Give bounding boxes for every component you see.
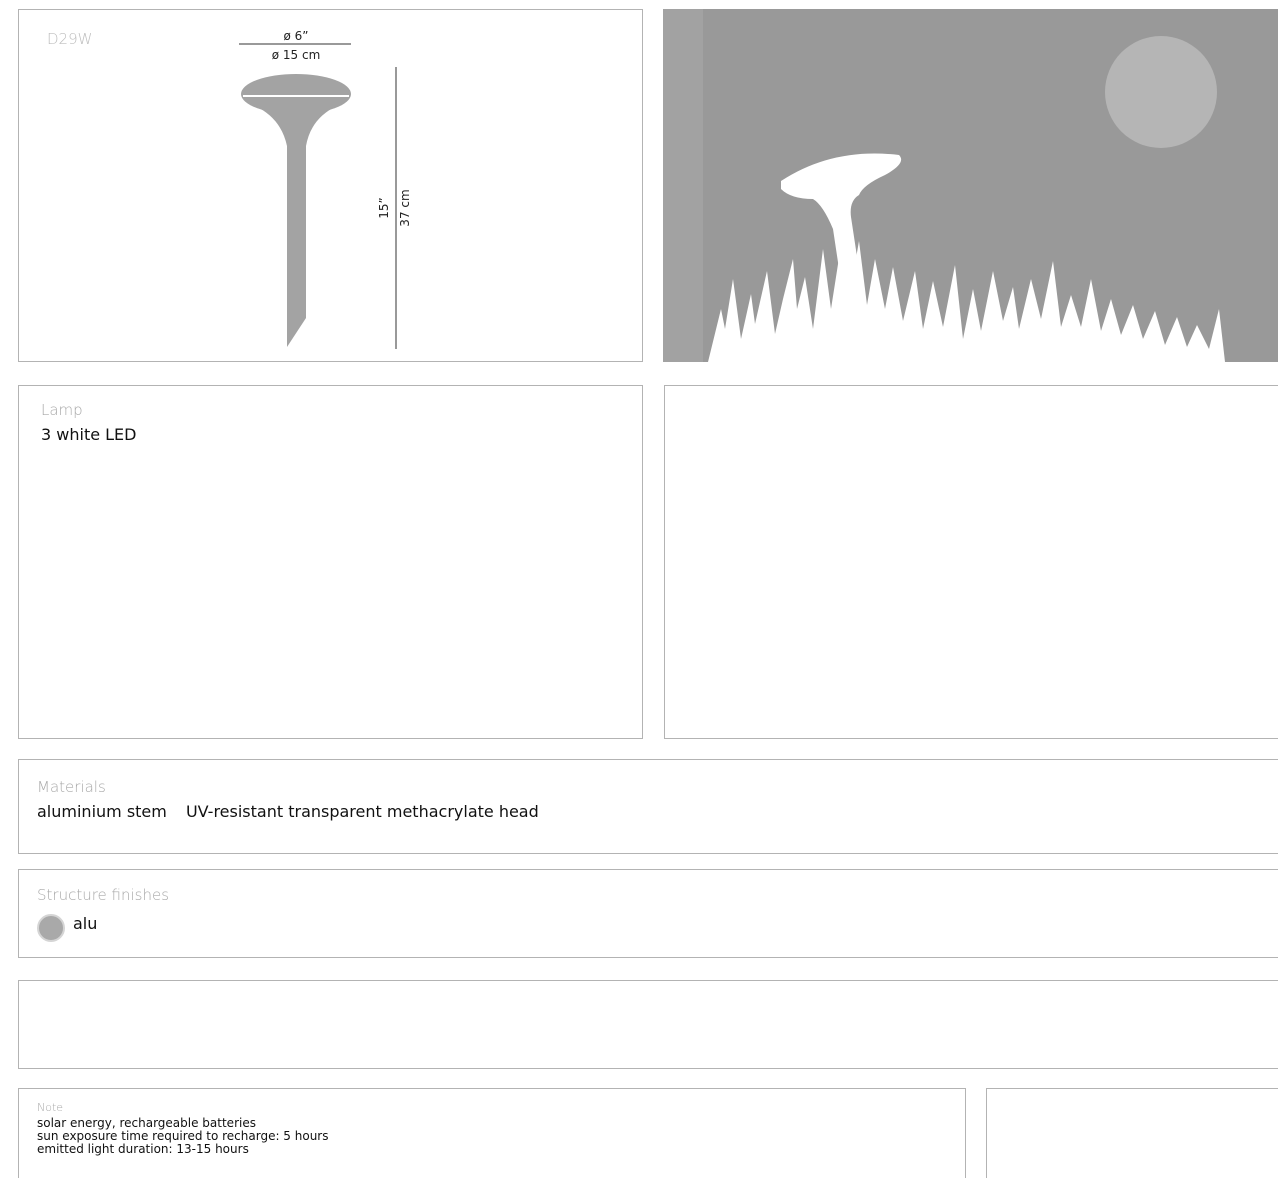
- diameter-inch-label: ø 6ˮ: [283, 29, 308, 43]
- lamp-drawing: ø 6ˮ ø 15 cm 15ˮ 37 cm: [239, 29, 412, 349]
- technical-drawing-panel: D29W ø 6ˮ ø 15 cm 15ˮ 37 cm: [18, 9, 643, 362]
- lamp-panel: Lamp 3 white LED: [18, 385, 643, 739]
- lamp-label: Lamp: [41, 401, 83, 419]
- note-text: solar energy, rechargeable batteries sun…: [37, 1117, 329, 1156]
- material-item: aluminium stem: [37, 802, 167, 821]
- materials-list: aluminium stem UV-resistant transparent …: [37, 802, 553, 821]
- lamp-neck: [255, 106, 337, 146]
- product-photo: [663, 9, 1278, 362]
- empty-panel: [664, 385, 1278, 739]
- note-label: Note: [37, 1101, 64, 1114]
- lamp-stem: [287, 146, 306, 347]
- moon-shape: [1105, 36, 1217, 148]
- note-line: emitted light duration: 13-15 hours: [37, 1142, 249, 1156]
- blank-panel: [18, 980, 1278, 1069]
- lamp-value: 3 white LED: [41, 425, 137, 444]
- material-item: UV-resistant transparent methacrylate he…: [185, 802, 539, 821]
- product-photo-illustration: [663, 9, 1278, 362]
- finish-name: alu: [73, 914, 98, 933]
- finish-swatch: [37, 914, 65, 942]
- structure-finishes-panel: Structure finishes alu: [18, 869, 1278, 958]
- height-cm-label: 37 cm: [398, 189, 412, 226]
- structure-finishes-label: Structure finishes: [37, 886, 170, 904]
- height-inch-label: 15ˮ: [377, 197, 391, 219]
- materials-panel: Materials aluminium stem UV-resistant tr…: [18, 759, 1278, 854]
- note-panel: Note solar energy, rechargeable batterie…: [18, 1088, 966, 1178]
- materials-label: Materials: [37, 778, 106, 796]
- diameter-cm-label: ø 15 cm: [272, 48, 321, 62]
- note-side-panel: [986, 1088, 1278, 1178]
